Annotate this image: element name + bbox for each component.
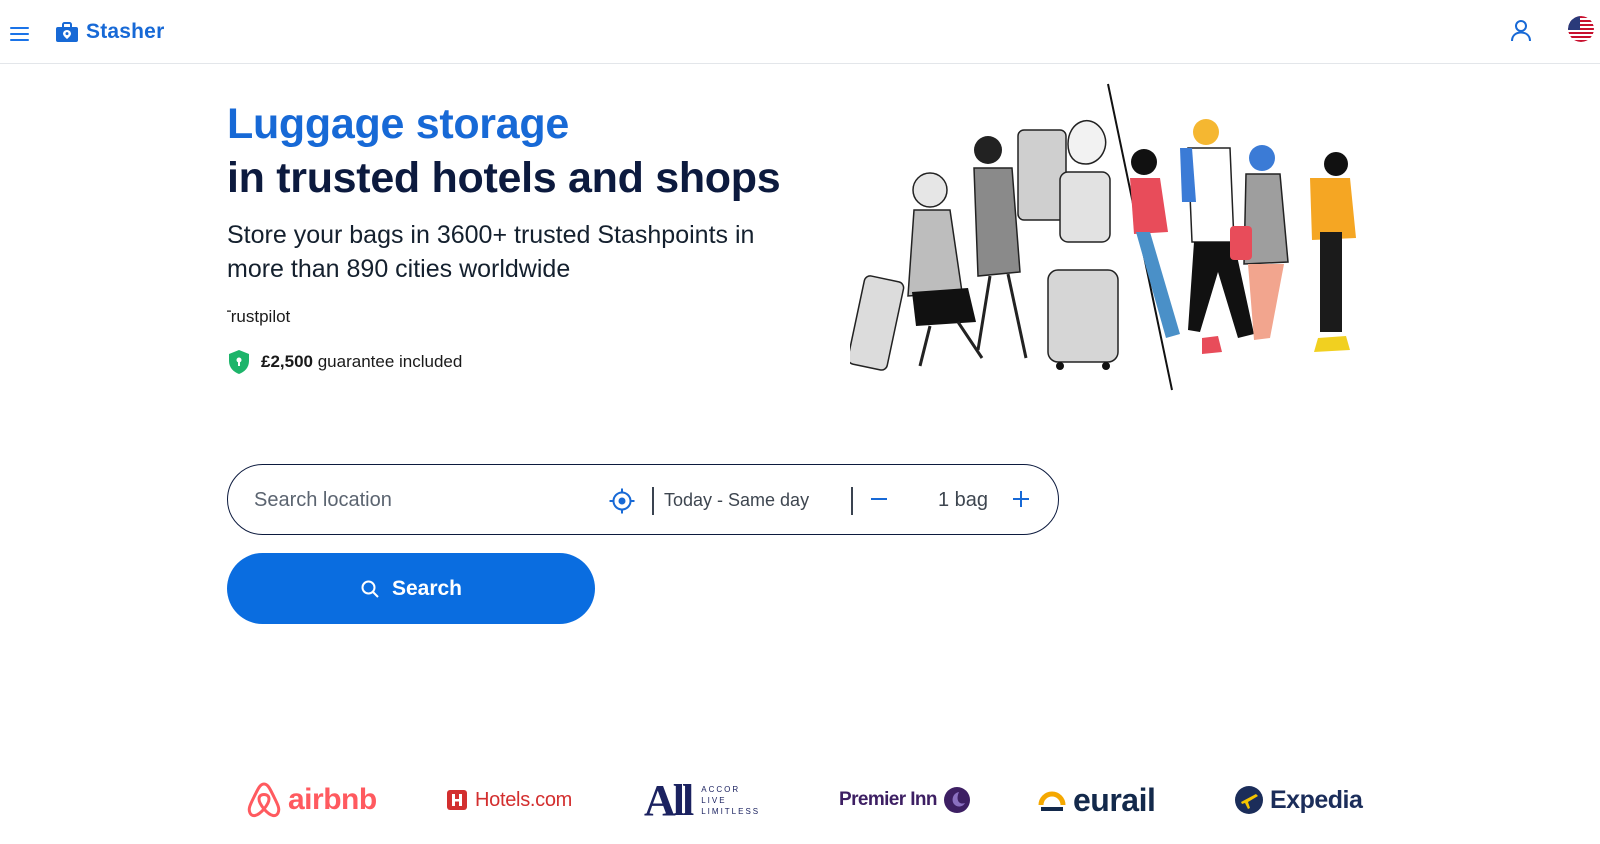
hamburger-menu-icon	[10, 27, 29, 29]
accor-tagline-line: LIVE	[701, 795, 727, 805]
plus-icon	[1013, 490, 1029, 507]
field-divider	[851, 487, 853, 515]
language-selector-button[interactable]	[1568, 16, 1594, 42]
shield-check-icon	[229, 350, 249, 374]
eurail-logo: eurail	[1037, 770, 1156, 830]
guarantee-amount: £2,500	[261, 352, 313, 371]
travelers-illustration	[850, 83, 1356, 391]
user-icon	[1511, 19, 1531, 41]
trustpilot-widget[interactable]: Trustpilot	[227, 307, 347, 329]
accor-tagline-line: ACCOR	[701, 784, 741, 794]
premier-inn-logo: Premier Inn	[839, 770, 971, 830]
search-icon	[361, 580, 379, 598]
bag-count: 1 bag	[937, 489, 989, 511]
airbnb-wordmark: airbnb	[288, 783, 377, 816]
hamburger-menu-icon-line	[10, 33, 29, 35]
search-form: Today - Same day 1 bag	[227, 464, 1059, 535]
stasher-bag-icon	[56, 22, 78, 42]
use-my-location-button[interactable]	[608, 487, 636, 515]
guarantee-text: £2,500 guarantee included	[261, 352, 462, 372]
expedia-plane-icon	[1235, 786, 1263, 814]
crosshair-location-icon	[609, 488, 635, 514]
expedia-logo: Expedia	[1234, 770, 1363, 830]
search-location-input[interactable]	[254, 483, 584, 517]
hamburger-menu-icon-line	[10, 39, 29, 41]
hamburger-menu-button[interactable]	[10, 17, 40, 47]
airbnb-logo: airbnb	[246, 770, 377, 830]
airbnb-belo-icon	[247, 782, 281, 818]
search-button[interactable]: Search	[227, 553, 595, 624]
guarantee-note: £2,500 guarantee included	[227, 349, 462, 375]
stasher-logo-link[interactable]: Stasher	[55, 14, 164, 50]
accor-tagline-line: LIMITLESS	[701, 806, 761, 816]
hotels-com-h-icon	[447, 790, 467, 810]
eurail-sun-icon	[1038, 791, 1066, 811]
search-button-label: Search	[391, 576, 463, 600]
premier-inn-moon-icon	[943, 787, 970, 813]
partner-logos: airbnb Hotels.com All ACCOR LIVE LIMITLE…	[0, 770, 1600, 830]
hotels-com-wordmark: Hotels.com	[475, 788, 573, 811]
guarantee-suffix: guarantee included	[313, 352, 463, 371]
expedia-wordmark: Expedia	[1270, 785, 1363, 814]
hero-title: in trusted hotels and shops	[227, 154, 781, 202]
brand-name: Stasher	[86, 20, 165, 43]
accor-all-wordmark: All	[644, 775, 694, 825]
accor-tagline: ACCOR LIVE LIMITLESS	[701, 784, 760, 817]
increase-bags-button[interactable]	[1006, 485, 1036, 515]
account-button[interactable]	[1506, 16, 1536, 48]
hero-title-highlight: Luggage storage	[227, 100, 569, 148]
accor-all-logo: All ACCOR LIVE LIMITLESS	[644, 770, 760, 830]
decrease-bags-button[interactable]	[864, 485, 894, 515]
eurail-wordmark: eurail	[1073, 781, 1156, 818]
hero-subtitle: Store your bags in 3600+ trusted Stashpo…	[227, 221, 755, 283]
date-selector-button[interactable]: Today - Same day	[664, 483, 834, 517]
trustpilot-label: Trustpilot	[227, 307, 291, 326]
field-divider	[652, 487, 654, 515]
top-nav-bar: Stasher	[0, 0, 1600, 64]
minus-icon	[871, 497, 887, 500]
us-flag-icon	[1568, 16, 1594, 42]
hotels-com-logo: Hotels.com	[445, 770, 572, 830]
premier-inn-wordmark: Premier Inn	[839, 789, 938, 810]
